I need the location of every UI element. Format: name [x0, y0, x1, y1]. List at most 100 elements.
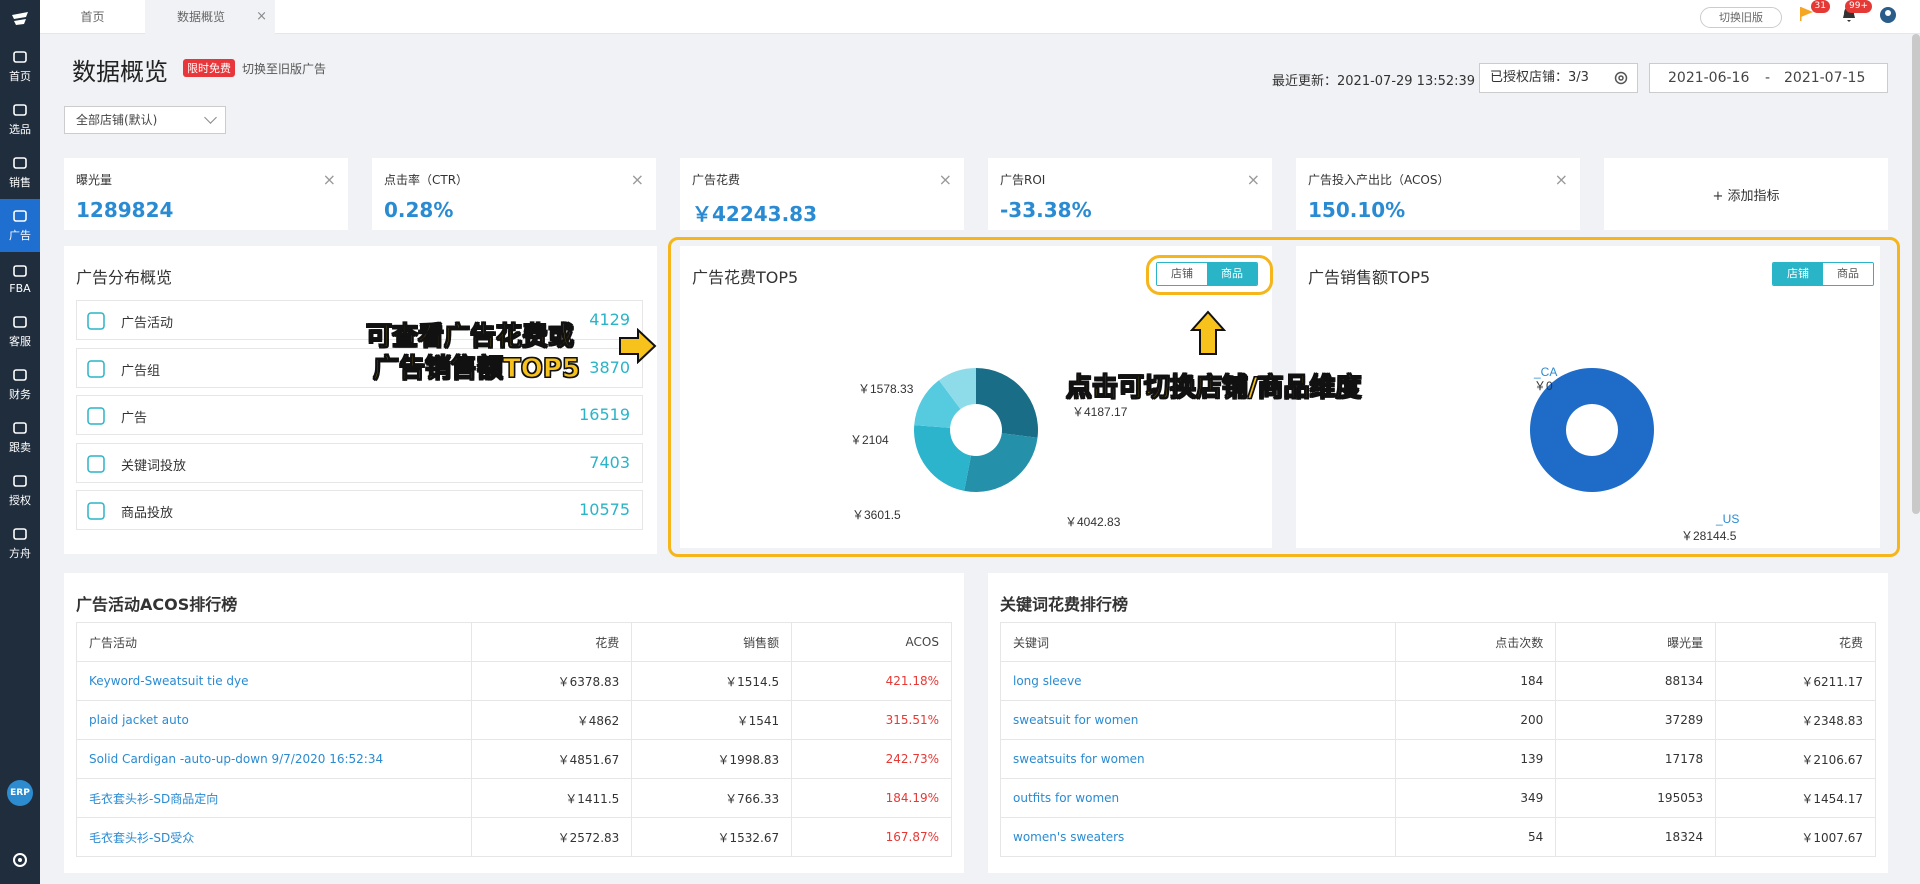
- column-header: 花费: [471, 622, 633, 662]
- date-start[interactable]: 2021-06-16: [1668, 64, 1749, 92]
- sidebar-nav: 首页选品销售广告 FBA 客服 财务 跟卖 授权方舟: [0, 40, 40, 570]
- date-end[interactable]: 2021-07-15: [1784, 64, 1865, 92]
- authorized-stores-button[interactable]: 已授权店铺：3/3: [1479, 63, 1638, 93]
- table-cell: 349: [1395, 778, 1557, 818]
- table-cell: 242.73%: [791, 739, 952, 779]
- table-cell: 195053: [1555, 778, 1717, 818]
- arrow-right-icon: [619, 328, 657, 364]
- metric-card-4: 广告投入产出比（ACOS） 150.10% ×: [1296, 158, 1580, 230]
- table-cell: 54: [1395, 817, 1557, 857]
- metric-card-2: 广告花费 ￥42243.83 ×: [680, 158, 964, 230]
- keyword-rank-table: 关键词 点击次数 曝光量 花费 long sleeve 184 88134 ￥6211.17 s…: [999, 622, 1876, 857]
- sidebar-item-3[interactable]: 广告: [0, 199, 40, 252]
- ad-distribution-card: 广告分布概览 广告活动 4129 广告组 3870 广告 16519 关键词投放 7403 商品…: [64, 246, 657, 554]
- acos-rank-title: 广告活动ACOS排行榜: [76, 595, 238, 614]
- sidebar-item-label: 选品: [9, 123, 31, 136]
- distribution-row[interactable]: 关键词投放 7403: [76, 442, 643, 483]
- sidebar-item-1[interactable]: 选品: [0, 93, 40, 146]
- sidebar-item-2[interactable]: 销售: [0, 146, 40, 199]
- logo-icon: [12, 12, 28, 25]
- table-cell: 315.51%: [791, 700, 952, 740]
- search-icon: [13, 104, 27, 116]
- close-icon[interactable]: ×: [256, 0, 267, 34]
- app-logo[interactable]: [0, 0, 40, 40]
- table-cell[interactable]: women's sweaters: [999, 817, 1397, 857]
- gear-icon[interactable]: [1613, 70, 1629, 86]
- table-row: outfits for women 349 195053 ￥1454.17: [999, 778, 1876, 818]
- switch-old-version-button[interactable]: 切换旧版: [1700, 7, 1782, 28]
- add-metric-button[interactable]: + 添加指标: [1604, 158, 1888, 230]
- date-range-picker[interactable]: 2021-06-16 - 2021-07-15: [1649, 63, 1888, 93]
- table-cell: 88134: [1555, 661, 1717, 701]
- sidebar-item-label: 销售: [9, 176, 31, 189]
- sidebar-item-9[interactable]: 方舟: [0, 517, 40, 570]
- table-cell: ￥2106.67: [1715, 739, 1876, 779]
- sidebar-item-6[interactable]: 财务: [0, 358, 40, 411]
- table-cell: ￥766.33: [631, 778, 793, 818]
- table-cell[interactable]: 毛衣套头衫-SD受众: [75, 817, 473, 857]
- table-cell[interactable]: Solid Cardigan -auto-up-down 9/7/2020 16…: [75, 739, 473, 779]
- user-avatar[interactable]: [1878, 5, 1900, 27]
- table-cell: ￥1007.67: [1715, 817, 1876, 857]
- table-cell[interactable]: outfits for women: [999, 778, 1397, 818]
- tab-data-overview[interactable]: 数据概览 ×: [145, 0, 275, 34]
- column-header: ACOS: [791, 622, 952, 662]
- erp-button[interactable]: ERP: [7, 780, 33, 806]
- distribution-value: 4129: [589, 310, 630, 329]
- sidebar-item-5[interactable]: 客服: [0, 305, 40, 358]
- close-icon[interactable]: ×: [1247, 170, 1260, 189]
- ad-icon: [13, 210, 27, 222]
- highlight-frame-toggle: [1146, 255, 1273, 295]
- sidebar: 首页选品销售广告 FBA 客服 财务 跟卖 授权方舟 ERP: [0, 0, 40, 884]
- column-header: 花费: [1715, 622, 1876, 662]
- last-update-text: 最近更新：2021-07-29 13:52:39: [1272, 74, 1476, 89]
- arrow-up-icon: [1190, 310, 1226, 355]
- sidebar-item-8[interactable]: 授权: [0, 464, 40, 517]
- sidebar-item-4[interactable]: FBA: [0, 252, 40, 305]
- distribution-label: 广告组: [121, 363, 161, 379]
- avatar-icon: [1880, 7, 1896, 23]
- settings-icon[interactable]: [12, 852, 28, 868]
- metric-value: 1289824: [76, 198, 174, 222]
- flag-notification[interactable]: 31: [1798, 0, 1830, 27]
- table-cell: 17178: [1555, 739, 1717, 779]
- grid-icon: [87, 312, 105, 330]
- distribution-row[interactable]: 商品投放 10575: [76, 490, 643, 530]
- table-cell[interactable]: 毛衣套头衫-SD商品定向: [75, 778, 473, 818]
- sidebar-item-0[interactable]: 首页: [0, 40, 40, 93]
- column-header: 曝光量: [1555, 622, 1717, 662]
- table-row: Solid Cardigan -auto-up-down 9/7/2020 16…: [75, 739, 952, 779]
- table-header-row: 关键词 点击次数 曝光量 花费: [999, 622, 1876, 662]
- p-circle-icon: [87, 502, 105, 520]
- top-bar: 首页 数据概览 × 切换旧版 31 99+: [40, 0, 1920, 34]
- tab-home[interactable]: 首页: [40, 0, 145, 34]
- table-cell: 184.19%: [791, 778, 952, 818]
- distribution-row[interactable]: 广告 16519: [76, 395, 643, 435]
- table-cell[interactable]: sweatsuits for women: [999, 739, 1397, 779]
- metric-card-3: 广告ROI -33.38% ×: [988, 158, 1272, 230]
- close-icon[interactable]: ×: [1555, 170, 1568, 189]
- sidebar-item-label: 方舟: [9, 547, 31, 560]
- page-scrollbar[interactable]: [1912, 34, 1920, 514]
- bell-notification[interactable]: 99+: [1840, 0, 1872, 27]
- table-cell: 184: [1395, 661, 1557, 701]
- table-cell[interactable]: Keyword-Sweatsuit tie dye: [75, 661, 473, 701]
- metric-label: 点击率（CTR）: [384, 173, 469, 187]
- finance-icon: [13, 369, 27, 381]
- store-select-value: 全部店铺(默认): [76, 113, 158, 127]
- column-header: 广告活动: [75, 622, 473, 662]
- annotation-right: 点击可切换店铺/商品维度: [1066, 373, 1362, 404]
- close-icon[interactable]: ×: [631, 170, 644, 189]
- column-header: 销售额: [631, 622, 793, 662]
- close-icon[interactable]: ×: [939, 170, 952, 189]
- metric-card-1: 点击率（CTR） 0.28% ×: [372, 158, 656, 230]
- table-cell[interactable]: long sleeve: [999, 661, 1397, 701]
- table-cell[interactable]: sweatsuit for women: [999, 700, 1397, 740]
- table-cell[interactable]: plaid jacket auto: [75, 700, 473, 740]
- store-select[interactable]: 全部店铺(默认): [64, 106, 226, 134]
- chart-line-icon: [13, 157, 27, 169]
- table-row: sweatsuit for women 200 37289 ￥2348.83: [999, 700, 1876, 740]
- sidebar-item-7[interactable]: 跟卖: [0, 411, 40, 464]
- close-icon[interactable]: ×: [323, 170, 336, 189]
- switch-old-ad-link[interactable]: 切换至旧版广告: [242, 60, 326, 77]
